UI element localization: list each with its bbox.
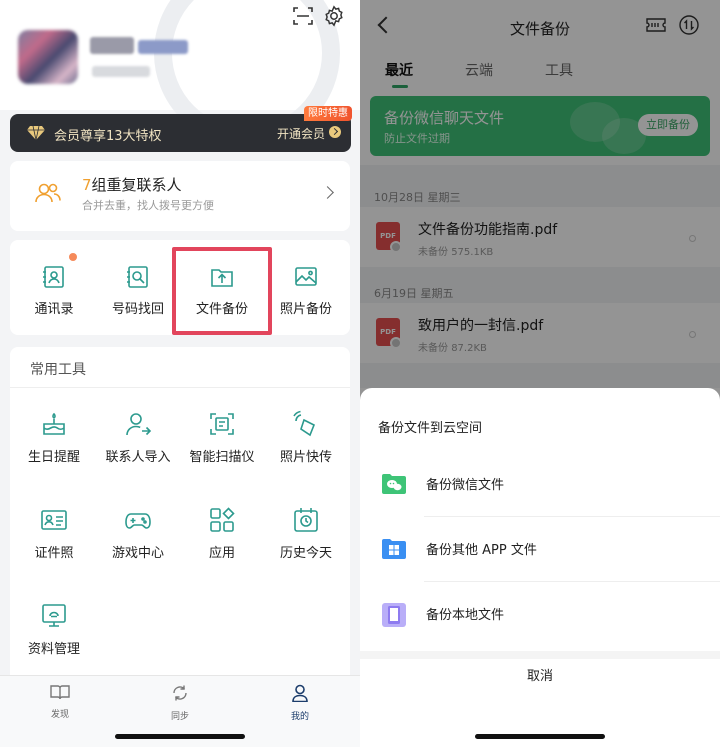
option-backup-local[interactable]: 备份本地文件 <box>360 584 720 644</box>
common-tools-title: 常用工具 <box>30 362 86 378</box>
bottom-tab-bar: 发现 同步 我的 <box>0 675 360 747</box>
file-backup-highlight-box <box>172 247 272 335</box>
book-icon <box>50 685 70 700</box>
tool-number-recovery[interactable]: 号码找回 <box>96 264 180 317</box>
tab-sync[interactable]: 同步 <box>150 684 210 722</box>
apps-icon <box>210 507 235 532</box>
tool-photo-backup[interactable]: 照片备份 <box>264 264 348 317</box>
photo-transfer-icon <box>293 410 316 437</box>
arrow-right-icon <box>329 126 341 138</box>
contacts-icon <box>43 266 64 288</box>
limited-offer-badge: 限时特惠 <box>304 106 352 121</box>
backup-action-sheet: 备份文件到云空间 备份微信文件 备份其他 APP 文件 备份本地文件 取消 <box>360 388 720 747</box>
tool-game-center[interactable]: 游戏中心 <box>96 506 180 561</box>
number-recovery-icon <box>127 266 148 288</box>
tab-mine[interactable]: 我的 <box>270 684 330 722</box>
data-management-icon <box>42 604 66 627</box>
tab-discover[interactable]: 发现 <box>30 684 90 720</box>
history-calendar-icon <box>294 508 318 532</box>
tablet-icon <box>382 603 406 627</box>
profile-screen: 限时特惠 会员尊享13大特权 开通会员 7组重复联系人 合并去重，找人拨号更方便… <box>0 0 360 747</box>
home-indicator <box>475 734 605 739</box>
username-blurred <box>138 40 188 54</box>
birthday-cake-icon <box>43 412 65 435</box>
tool-contact-import[interactable]: 联系人导入 <box>96 410 180 465</box>
tool-id-photo[interactable]: 证件照 <box>12 506 96 561</box>
vip-privileges-text: 会员尊享13大特权 <box>54 129 162 144</box>
scanner-icon <box>210 413 234 435</box>
option-backup-wechat[interactable]: 备份微信文件 <box>360 454 720 514</box>
wechat-icon <box>382 474 406 494</box>
divider <box>10 387 350 388</box>
diamond-icon <box>27 125 45 141</box>
notification-dot <box>69 253 77 261</box>
id-photo-icon <box>41 510 67 530</box>
gamepad-icon <box>125 513 151 529</box>
tool-photo-transfer[interactable]: 照片快传 <box>264 410 348 465</box>
username-blurred <box>90 37 134 54</box>
duplicate-contacts-icon <box>35 183 61 203</box>
open-membership-link[interactable]: 开通会员 <box>277 125 325 142</box>
cancel-button[interactable]: 取消 <box>360 659 720 709</box>
duplicate-contacts-card[interactable]: 7组重复联系人 合并去重，找人拨号更方便 <box>10 161 350 231</box>
divider <box>424 581 720 582</box>
settings-gear-icon[interactable] <box>323 5 345 27</box>
user-icon <box>292 684 308 703</box>
option-backup-other-apps[interactable]: 备份其他 APP 文件 <box>360 519 720 579</box>
section-gap <box>360 651 720 659</box>
tool-contacts[interactable]: 通讯录 <box>12 264 96 317</box>
tool-data-management[interactable]: 资料管理 <box>12 602 96 657</box>
tool-birthday-reminder[interactable]: 生日提醒 <box>12 410 96 465</box>
file-backup-screen: 文件备份 最近 云端 工具 备份微信聊天文件 防止文件过期 立即备份 10月28… <box>360 0 720 747</box>
home-indicator <box>115 734 245 739</box>
photo-backup-icon <box>295 267 317 286</box>
divider <box>424 516 720 517</box>
sheet-title: 备份文件到云空间 <box>378 421 483 436</box>
tool-apps[interactable]: 应用 <box>180 506 264 561</box>
chevron-right-icon <box>321 186 334 199</box>
contact-import-icon <box>126 413 152 436</box>
avatar[interactable] <box>18 30 78 84</box>
app-grid-icon <box>382 539 406 559</box>
tool-smart-scanner[interactable]: 智能扫描仪 <box>180 410 264 465</box>
scan-icon[interactable] <box>292 5 314 27</box>
duplicate-contacts-subtitle: 合并去重，找人拨号更方便 <box>82 199 214 212</box>
account-id-blurred <box>92 66 150 77</box>
sync-icon <box>173 685 187 701</box>
tool-history-today[interactable]: 历史今天 <box>264 506 348 561</box>
vip-banner[interactable]: 会员尊享13大特权 开通会员 <box>10 114 351 152</box>
duplicate-contacts-title: 7组重复联系人 <box>82 176 182 194</box>
